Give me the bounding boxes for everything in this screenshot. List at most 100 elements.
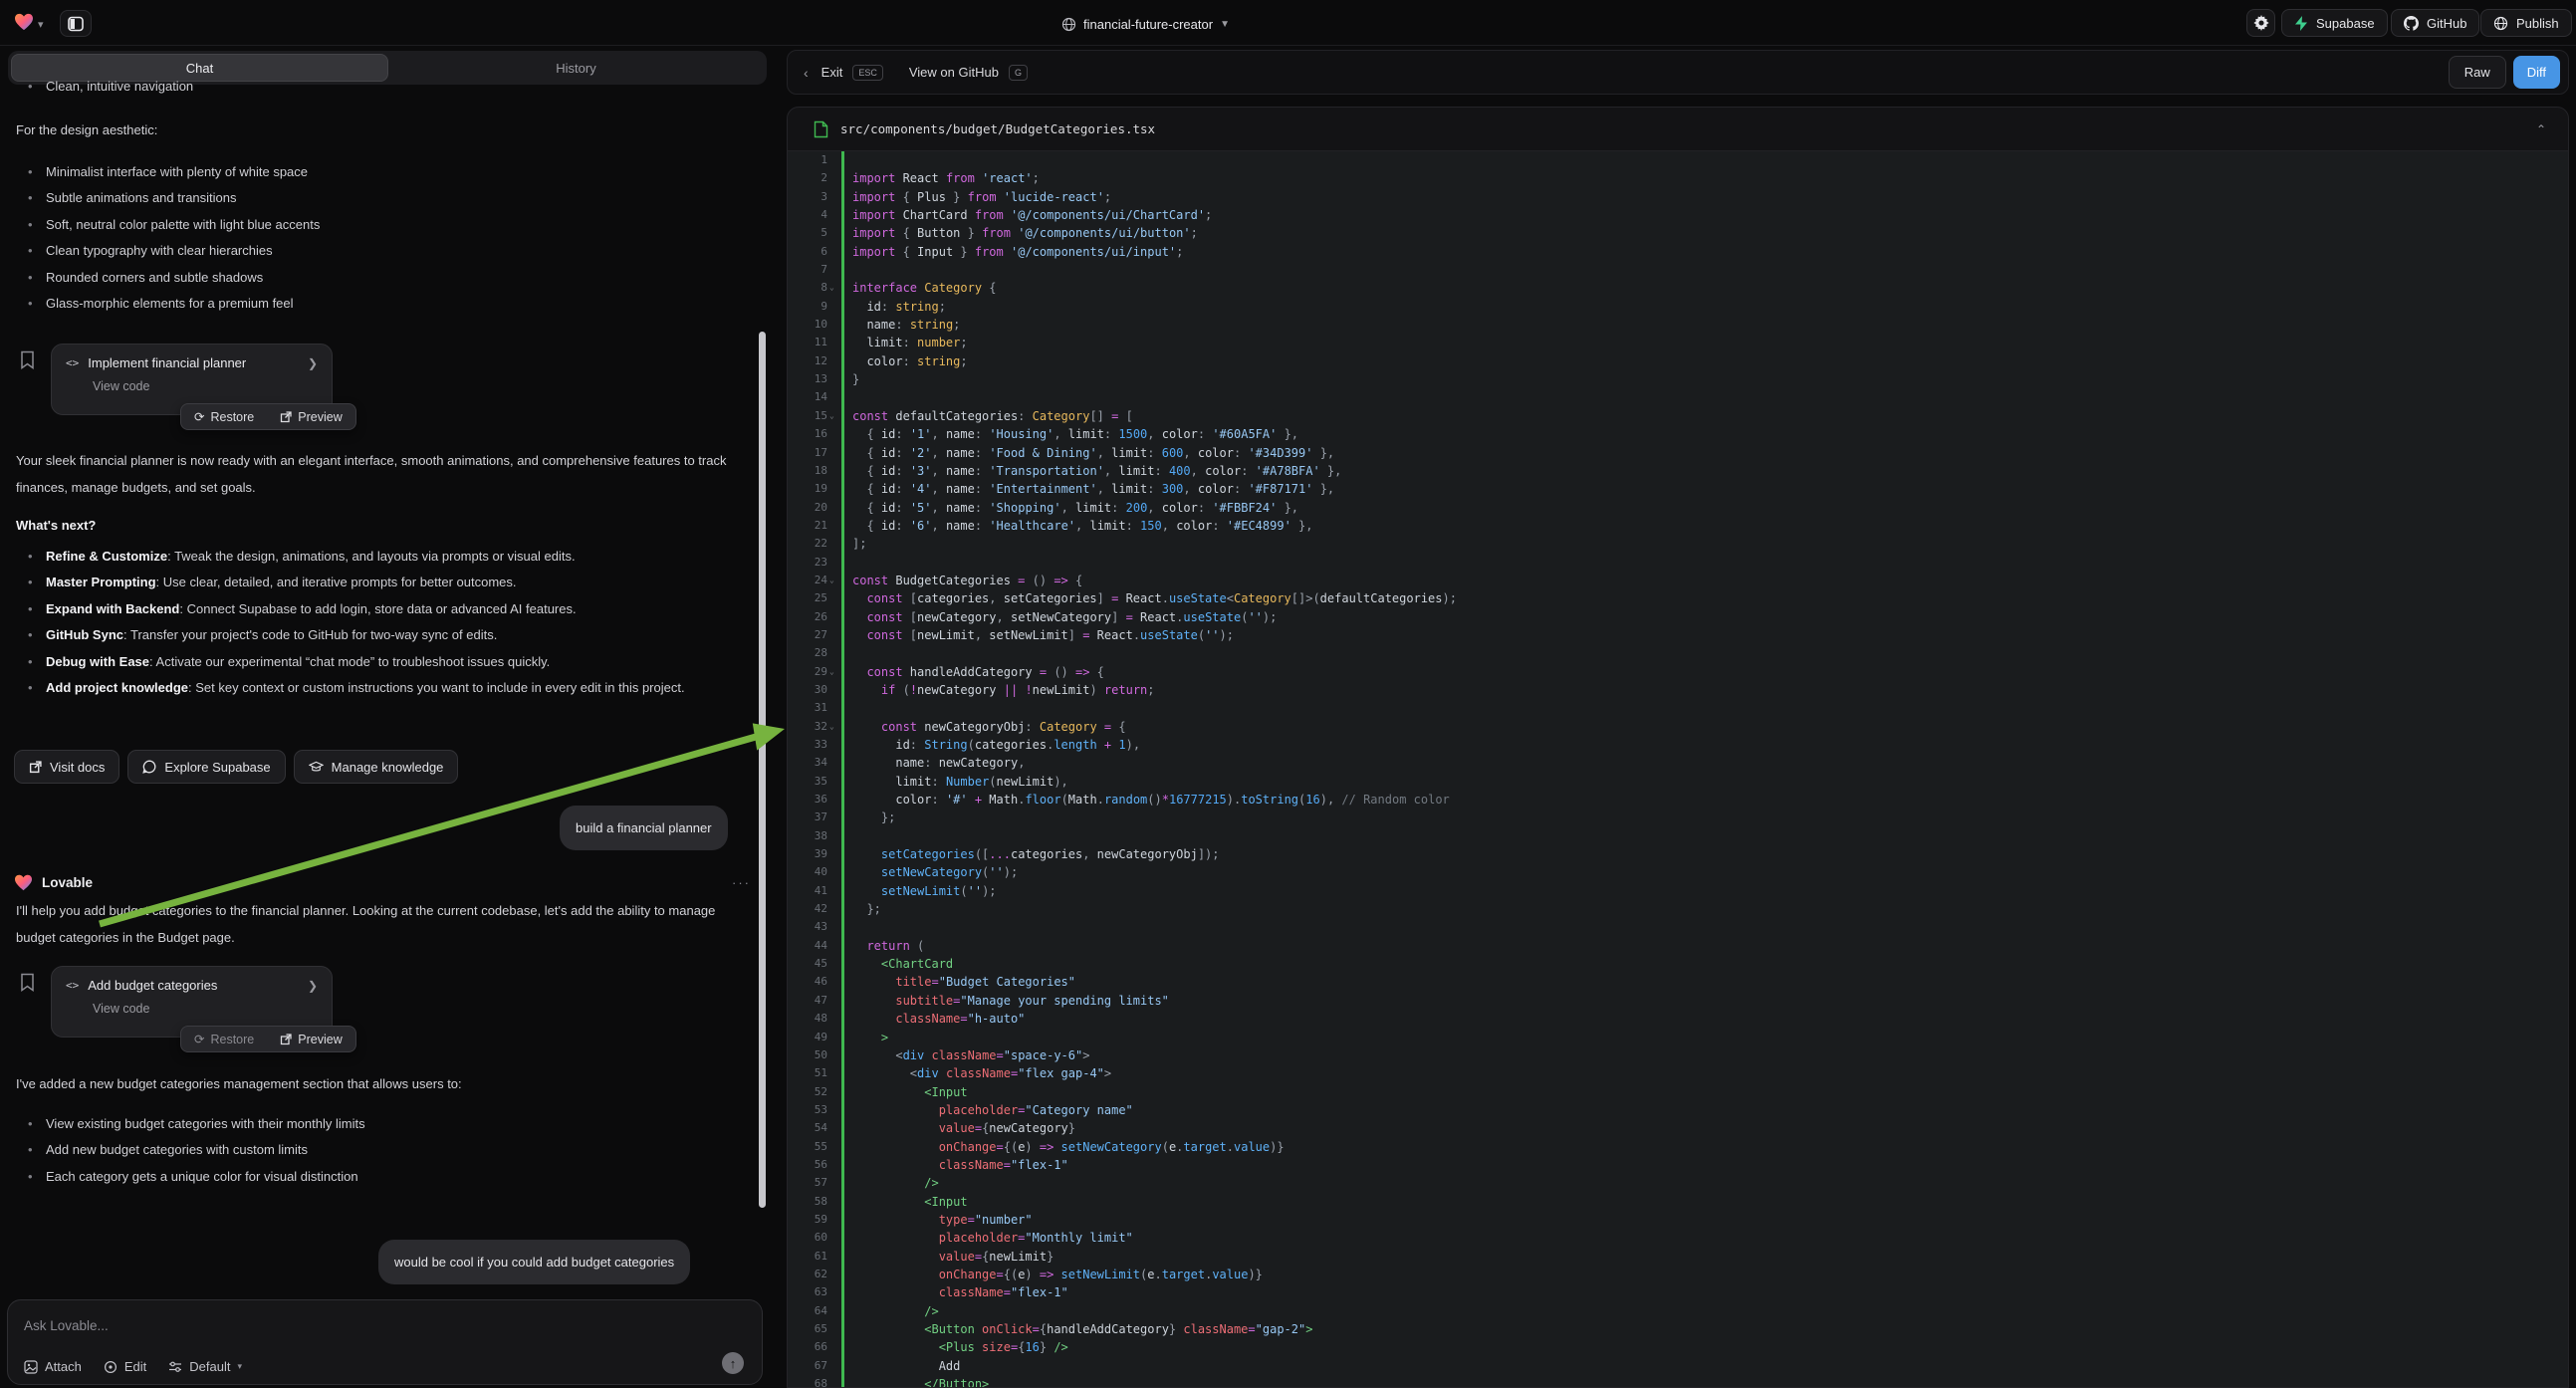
- edit-button[interactable]: Edit: [104, 1359, 146, 1374]
- code-line[interactable]: 31: [788, 699, 2568, 717]
- code-line[interactable]: 56 className="flex-1": [788, 1156, 2568, 1174]
- code-line[interactable]: 65 <Button onClick={handleAddCategory} c…: [788, 1320, 2568, 1338]
- code-line[interactable]: 25 const [categories, setCategories] = R…: [788, 589, 2568, 607]
- code-line[interactable]: 8⌄interface Category {: [788, 279, 2568, 297]
- code-line[interactable]: 57 />: [788, 1174, 2568, 1192]
- diff-tab-button[interactable]: Diff: [2513, 56, 2560, 89]
- logo-chevron-down-icon[interactable]: ▾: [38, 18, 44, 31]
- code-line[interactable]: 62 onChange={(e) => setNewLimit(e.target…: [788, 1266, 2568, 1283]
- code-line[interactable]: 61 value={newLimit}: [788, 1248, 2568, 1266]
- code-line[interactable]: 6import { Input } from '@/components/ui/…: [788, 243, 2568, 261]
- code-line[interactable]: 36 color: '#' + Math.floor(Math.random()…: [788, 791, 2568, 809]
- settings-button[interactable]: [2246, 9, 2275, 37]
- code-line[interactable]: 15⌄const defaultCategories: Category[] =…: [788, 407, 2568, 425]
- code-line[interactable]: 34 name: newCategory,: [788, 754, 2568, 772]
- fold-chevron-icon[interactable]: ⌄: [829, 718, 834, 736]
- lovable-logo-icon[interactable]: [14, 13, 34, 31]
- code-line[interactable]: 14: [788, 388, 2568, 406]
- raw-tab-button[interactable]: Raw: [2449, 56, 2506, 89]
- code-line[interactable]: 1: [788, 151, 2568, 169]
- code-line[interactable]: 58 <Input: [788, 1193, 2568, 1211]
- code-line[interactable]: 41 setNewLimit('');: [788, 882, 2568, 900]
- code-line[interactable]: 10 name: string;: [788, 316, 2568, 334]
- exit-button[interactable]: Exit: [821, 65, 843, 80]
- code-line[interactable]: 4import ChartCard from '@/components/ui/…: [788, 206, 2568, 224]
- code-line[interactable]: 32⌄ const newCategoryObj: Category = {: [788, 718, 2568, 736]
- code-line[interactable]: 59 type="number": [788, 1211, 2568, 1229]
- code-line[interactable]: 50 <div className="space-y-6">: [788, 1046, 2568, 1064]
- code-line[interactable]: 16 { id: '1', name: 'Housing', limit: 15…: [788, 425, 2568, 443]
- chat-scrollbar-thumb[interactable]: [759, 332, 766, 1208]
- code-line[interactable]: 52 <Input: [788, 1083, 2568, 1101]
- code-line[interactable]: 66 <Plus size={16} />: [788, 1338, 2568, 1356]
- file-header[interactable]: src/components/budget/BudgetCategories.t…: [788, 108, 2568, 151]
- github-button[interactable]: GitHub: [2391, 9, 2479, 37]
- code-line[interactable]: 45 <ChartCard: [788, 955, 2568, 973]
- code-line[interactable]: 12 color: string;: [788, 352, 2568, 370]
- fold-chevron-icon[interactable]: ⌄: [829, 279, 834, 297]
- back-chevron-icon[interactable]: ‹: [804, 65, 809, 81]
- code-line[interactable]: 3import { Plus } from 'lucide-react';: [788, 188, 2568, 206]
- fold-chevron-icon[interactable]: ⌄: [829, 663, 834, 681]
- code-line[interactable]: 64 />: [788, 1302, 2568, 1320]
- manage-knowledge-button[interactable]: Manage knowledge: [294, 750, 459, 784]
- code-line[interactable]: 30 if (!newCategory || !newLimit) return…: [788, 681, 2568, 699]
- fold-chevron-icon[interactable]: ⌄: [829, 572, 834, 589]
- code-line[interactable]: 68 </Button>: [788, 1375, 2568, 1388]
- code-line[interactable]: 18 { id: '3', name: 'Transportation', li…: [788, 462, 2568, 480]
- message-menu-button[interactable]: ···: [732, 875, 751, 890]
- code-line[interactable]: 7: [788, 261, 2568, 279]
- code-line[interactable]: 42 };: [788, 900, 2568, 918]
- sidebar-toggle-button[interactable]: [60, 10, 92, 37]
- code-line[interactable]: 28: [788, 644, 2568, 662]
- tab-history[interactable]: History: [388, 54, 764, 82]
- code-line[interactable]: 27 const [newLimit, setNewLimit] = React…: [788, 626, 2568, 644]
- code-line[interactable]: 37 };: [788, 809, 2568, 826]
- code-line[interactable]: 17 { id: '2', name: 'Food & Dining', lim…: [788, 444, 2568, 462]
- visit-docs-button[interactable]: Visit docs: [14, 750, 119, 784]
- code-line[interactable]: 46 title="Budget Categories": [788, 973, 2568, 991]
- code-line[interactable]: 11 limit: number;: [788, 334, 2568, 351]
- restore-button[interactable]: ⟳ Restore: [181, 1027, 267, 1051]
- code-line[interactable]: 13}: [788, 370, 2568, 388]
- code-line[interactable]: 26 const [newCategory, setNewCategory] =…: [788, 608, 2568, 626]
- bookmark-icon[interactable]: [20, 973, 35, 992]
- code-line[interactable]: 19 { id: '4', name: 'Entertainment', lim…: [788, 480, 2568, 498]
- code-line[interactable]: 51 <div className="flex gap-4">: [788, 1064, 2568, 1082]
- code-line[interactable]: 44 return (: [788, 937, 2568, 955]
- code-line[interactable]: 63 className="flex-1": [788, 1283, 2568, 1301]
- bookmark-icon[interactable]: [20, 350, 35, 369]
- chat-input[interactable]: Ask Lovable...: [24, 1318, 746, 1333]
- code-line[interactable]: 47 subtitle="Manage your spending limits…: [788, 992, 2568, 1010]
- code-line[interactable]: 48 className="h-auto": [788, 1010, 2568, 1028]
- code-line[interactable]: 35 limit: Number(newLimit),: [788, 773, 2568, 791]
- fold-chevron-icon[interactable]: ⌄: [829, 407, 834, 425]
- code-line[interactable]: 39 setCategories([...categories, newCate…: [788, 845, 2568, 863]
- code-line[interactable]: 5import { Button } from '@/components/ui…: [788, 224, 2568, 242]
- code-line[interactable]: 54 value={newCategory}: [788, 1119, 2568, 1137]
- preview-button[interactable]: Preview: [267, 404, 354, 429]
- code-line[interactable]: 55 onChange={(e) => setNewCategory(e.tar…: [788, 1138, 2568, 1156]
- chat-input-card[interactable]: Ask Lovable... Attach Edit: [7, 1299, 763, 1385]
- attach-button[interactable]: Attach: [24, 1359, 82, 1374]
- code-line[interactable]: 67 Add: [788, 1357, 2568, 1375]
- code-line[interactable]: 49 >: [788, 1029, 2568, 1046]
- code-line[interactable]: 33 id: String(categories.length + 1),: [788, 736, 2568, 754]
- code-line[interactable]: 24⌄const BudgetCategories = () => {: [788, 572, 2568, 589]
- code-line[interactable]: 21 { id: '6', name: 'Healthcare', limit:…: [788, 517, 2568, 535]
- code-line[interactable]: 23: [788, 554, 2568, 572]
- code-line[interactable]: 53 placeholder="Category name": [788, 1101, 2568, 1119]
- code-line[interactable]: 43: [788, 918, 2568, 936]
- code-line[interactable]: 29⌄ const handleAddCategory = () => {: [788, 663, 2568, 681]
- send-button[interactable]: ↑: [722, 1352, 744, 1374]
- code-line[interactable]: 2import React from 'react';: [788, 169, 2568, 187]
- view-code-link[interactable]: View code: [93, 1002, 318, 1016]
- code-line[interactable]: 60 placeholder="Monthly limit": [788, 1229, 2568, 1247]
- explore-supabase-button[interactable]: Explore Supabase: [127, 750, 285, 784]
- code-line[interactable]: 38: [788, 827, 2568, 845]
- mode-dropdown[interactable]: Default ▾: [168, 1359, 242, 1374]
- supabase-button[interactable]: Supabase: [2281, 9, 2388, 37]
- code-editor[interactable]: 12import React from 'react';3import { Pl…: [788, 151, 2568, 1388]
- project-name-dropdown[interactable]: financial-future-creator ▼: [1061, 12, 1230, 36]
- view-code-link[interactable]: View code: [93, 379, 318, 393]
